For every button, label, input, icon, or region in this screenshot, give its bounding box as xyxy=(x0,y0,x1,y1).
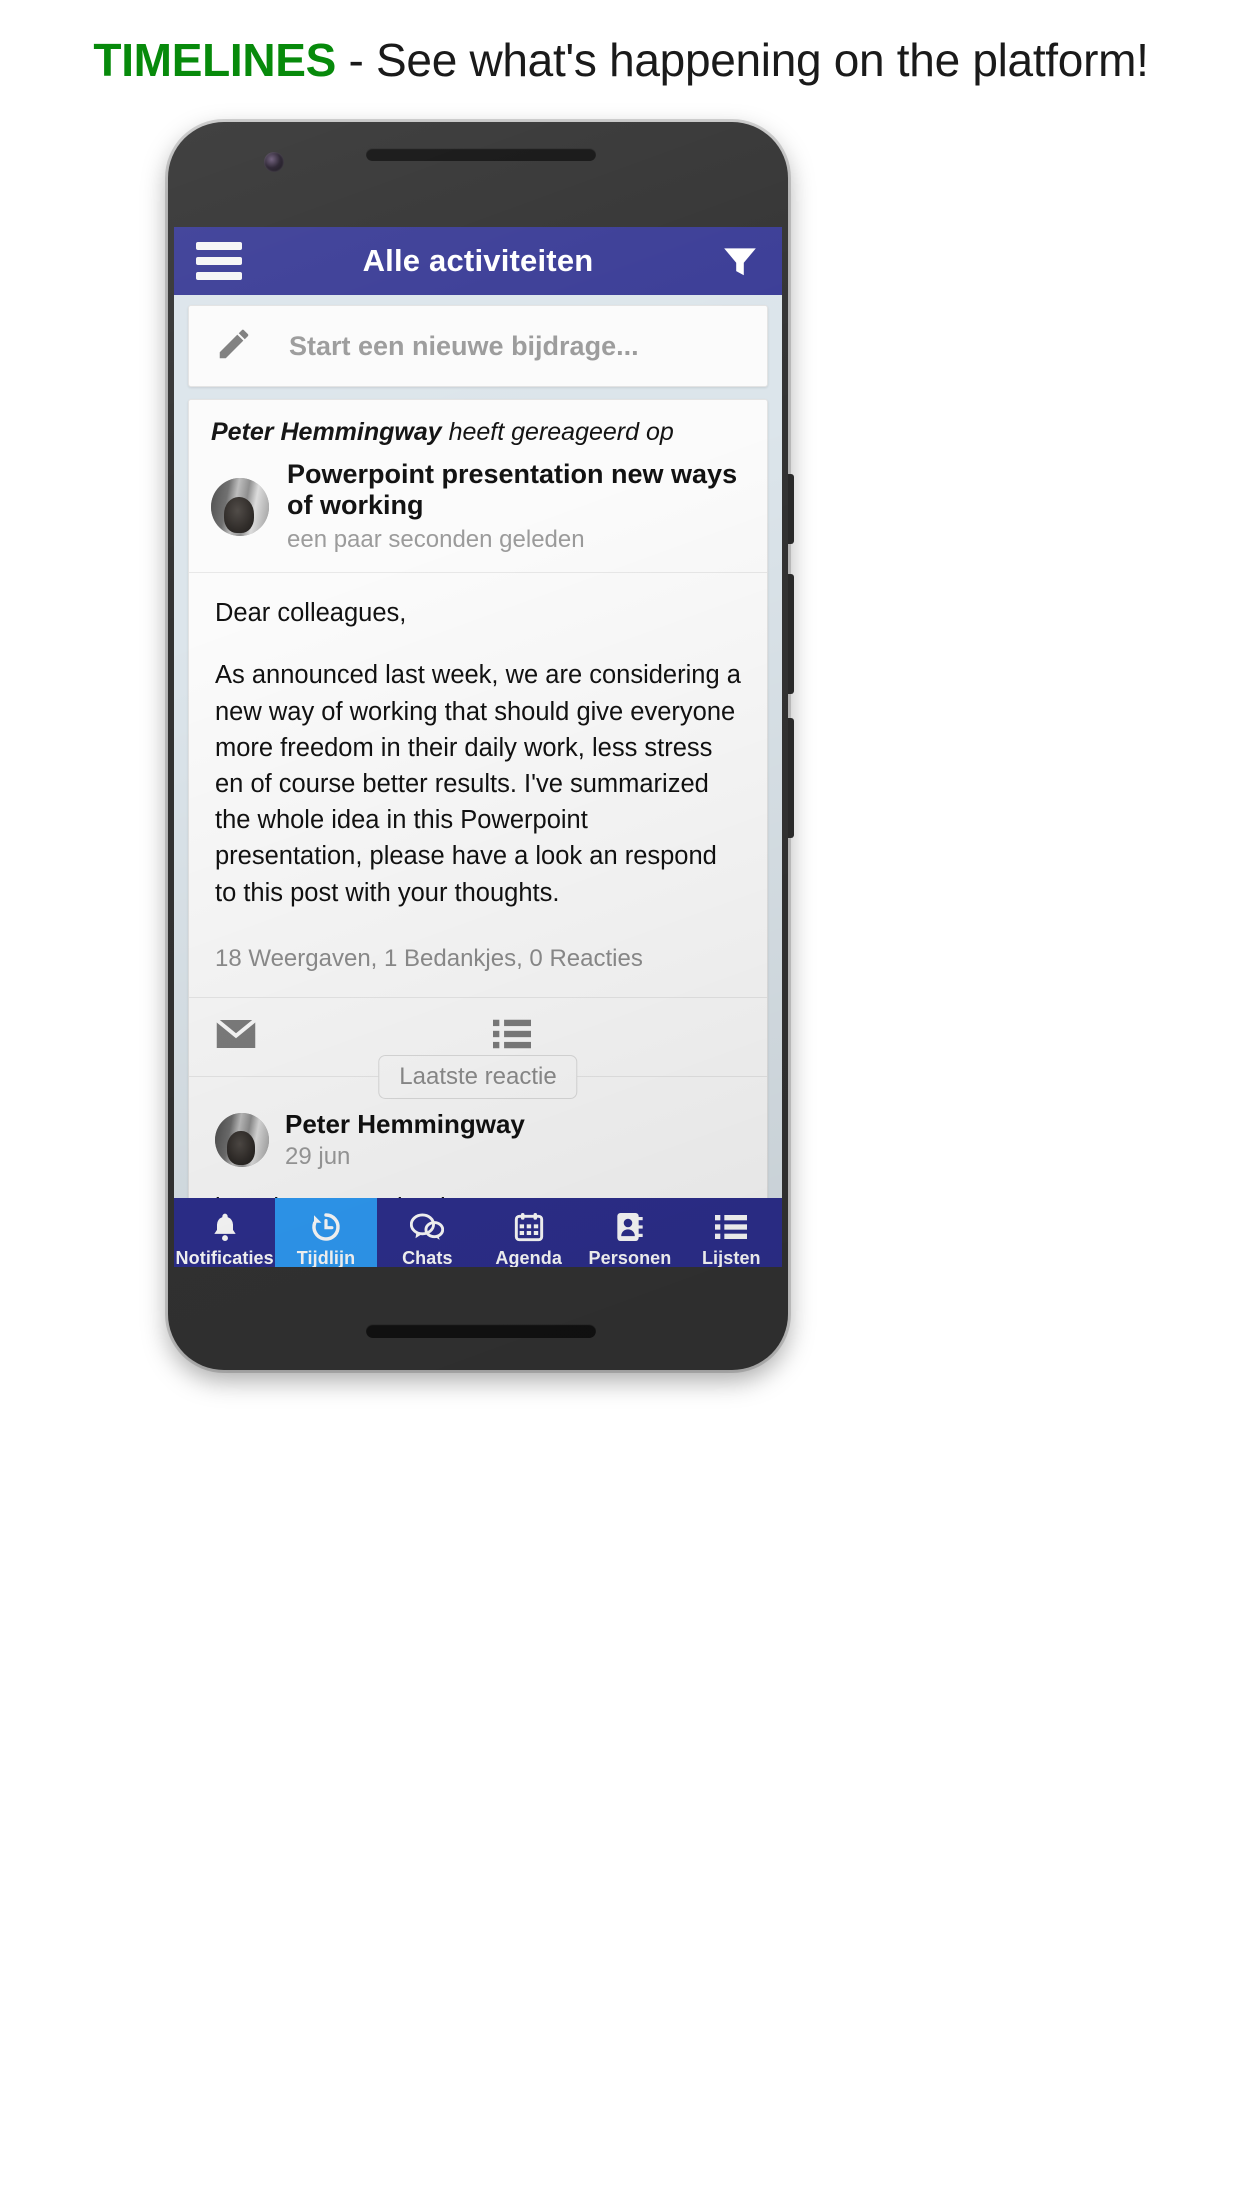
nav-label: Chats xyxy=(402,1248,453,1267)
nav-label: Notificaties xyxy=(175,1248,274,1267)
list-bullets-icon xyxy=(715,1209,748,1245)
post-title[interactable]: Powerpoint presentation new ways of work… xyxy=(287,459,745,521)
banner-headline: TIMELINES - See what's happening on the … xyxy=(93,33,1148,87)
nav-item-chats[interactable]: Chats xyxy=(377,1198,478,1267)
comment-date: 29 jun xyxy=(285,1142,351,1170)
list-icon xyxy=(493,1018,531,1055)
bell-icon xyxy=(209,1209,241,1245)
pencil-icon xyxy=(215,325,253,368)
side-button-top[interactable] xyxy=(788,474,794,544)
bottom-navigation: Notificaties Tijdlijn Chats Agenda Perso… xyxy=(174,1198,782,1267)
post-timestamp: een paar seconden geleden xyxy=(287,526,585,554)
nav-item-personen[interactable]: Personen xyxy=(579,1198,680,1267)
banner-rest: - See what's happening on the platform! xyxy=(336,34,1149,86)
front-camera-icon xyxy=(264,152,284,172)
nav-item-tijdlijn[interactable]: Tijdlijn xyxy=(275,1198,377,1267)
page-title: Alle activiteiten xyxy=(362,243,594,278)
calendar-icon xyxy=(513,1209,545,1245)
banner-keyword: TIMELINES xyxy=(93,34,337,86)
phone-screen: Alle activiteiten Start een nieuwe bijdr… xyxy=(174,227,782,1267)
phone-device: Alle activiteiten Start een nieuwe bijdr… xyxy=(168,122,794,1370)
new-post-composer[interactable]: Start een nieuwe bijdrage... xyxy=(188,305,768,387)
timeline-post-card[interactable]: Peter Hemmingway heeft gereageerd op Pow… xyxy=(188,399,768,1198)
post-actor-name[interactable]: Peter Hemmingway xyxy=(211,418,442,446)
side-button-middle[interactable] xyxy=(788,574,794,694)
new-post-placeholder: Start een nieuwe bijdrage... xyxy=(289,330,639,361)
nav-item-lijsten[interactable]: Lijsten xyxy=(681,1198,782,1267)
nav-item-notificaties[interactable]: Notificaties xyxy=(174,1198,275,1267)
avatar[interactable] xyxy=(215,1112,269,1167)
last-reply-divider: Laatste reactie xyxy=(189,1054,767,1099)
last-reply-badge: Laatste reactie xyxy=(378,1054,578,1099)
envelope-icon xyxy=(215,1018,257,1055)
post-body-paragraph-1: Dear colleagues, xyxy=(215,599,407,628)
history-clock-icon xyxy=(310,1209,342,1245)
post-meta-row: Powerpoint presentation new ways of work… xyxy=(189,447,767,574)
bottom-speaker xyxy=(366,1324,596,1338)
timeline-scroll-area[interactable]: Start een nieuwe bijdrage... Peter Hemmi… xyxy=(174,295,782,1198)
hamburger-menu-icon[interactable] xyxy=(196,242,242,280)
nav-label: Tijdlijn xyxy=(296,1248,356,1267)
nav-label: Agenda xyxy=(495,1248,562,1267)
filter-funnel-icon[interactable] xyxy=(720,242,760,280)
post-action-text: heeft gereageerd op xyxy=(441,418,674,446)
page-banner: TIMELINES - See what's happening on the … xyxy=(0,0,1242,120)
chat-bubbles-icon xyxy=(410,1209,445,1245)
nav-label: Lijsten xyxy=(701,1248,761,1267)
comment-author[interactable]: Peter Hemmingway xyxy=(285,1109,525,1140)
post-action-mail[interactable] xyxy=(215,1018,463,1055)
post-body-paragraph-2: As announced last week, we are consideri… xyxy=(215,661,741,907)
post-body: Dear colleagues, As announced last week,… xyxy=(189,573,767,945)
app-bar: Alle activiteiten xyxy=(174,227,782,295)
nav-item-agenda[interactable]: Agenda xyxy=(478,1198,579,1267)
earpiece-speaker xyxy=(366,148,596,161)
contacts-person-icon xyxy=(615,1209,645,1245)
side-button-bottom[interactable] xyxy=(788,718,794,838)
nav-label: Personen xyxy=(588,1248,672,1267)
post-action-list[interactable] xyxy=(463,1018,741,1055)
post-stats: 18 Weergaven, 1 Bedankjes, 0 Reacties xyxy=(189,945,767,998)
post-activity-header: Peter Hemmingway heeft gereageerd op xyxy=(189,400,767,447)
avatar[interactable] xyxy=(211,477,269,536)
